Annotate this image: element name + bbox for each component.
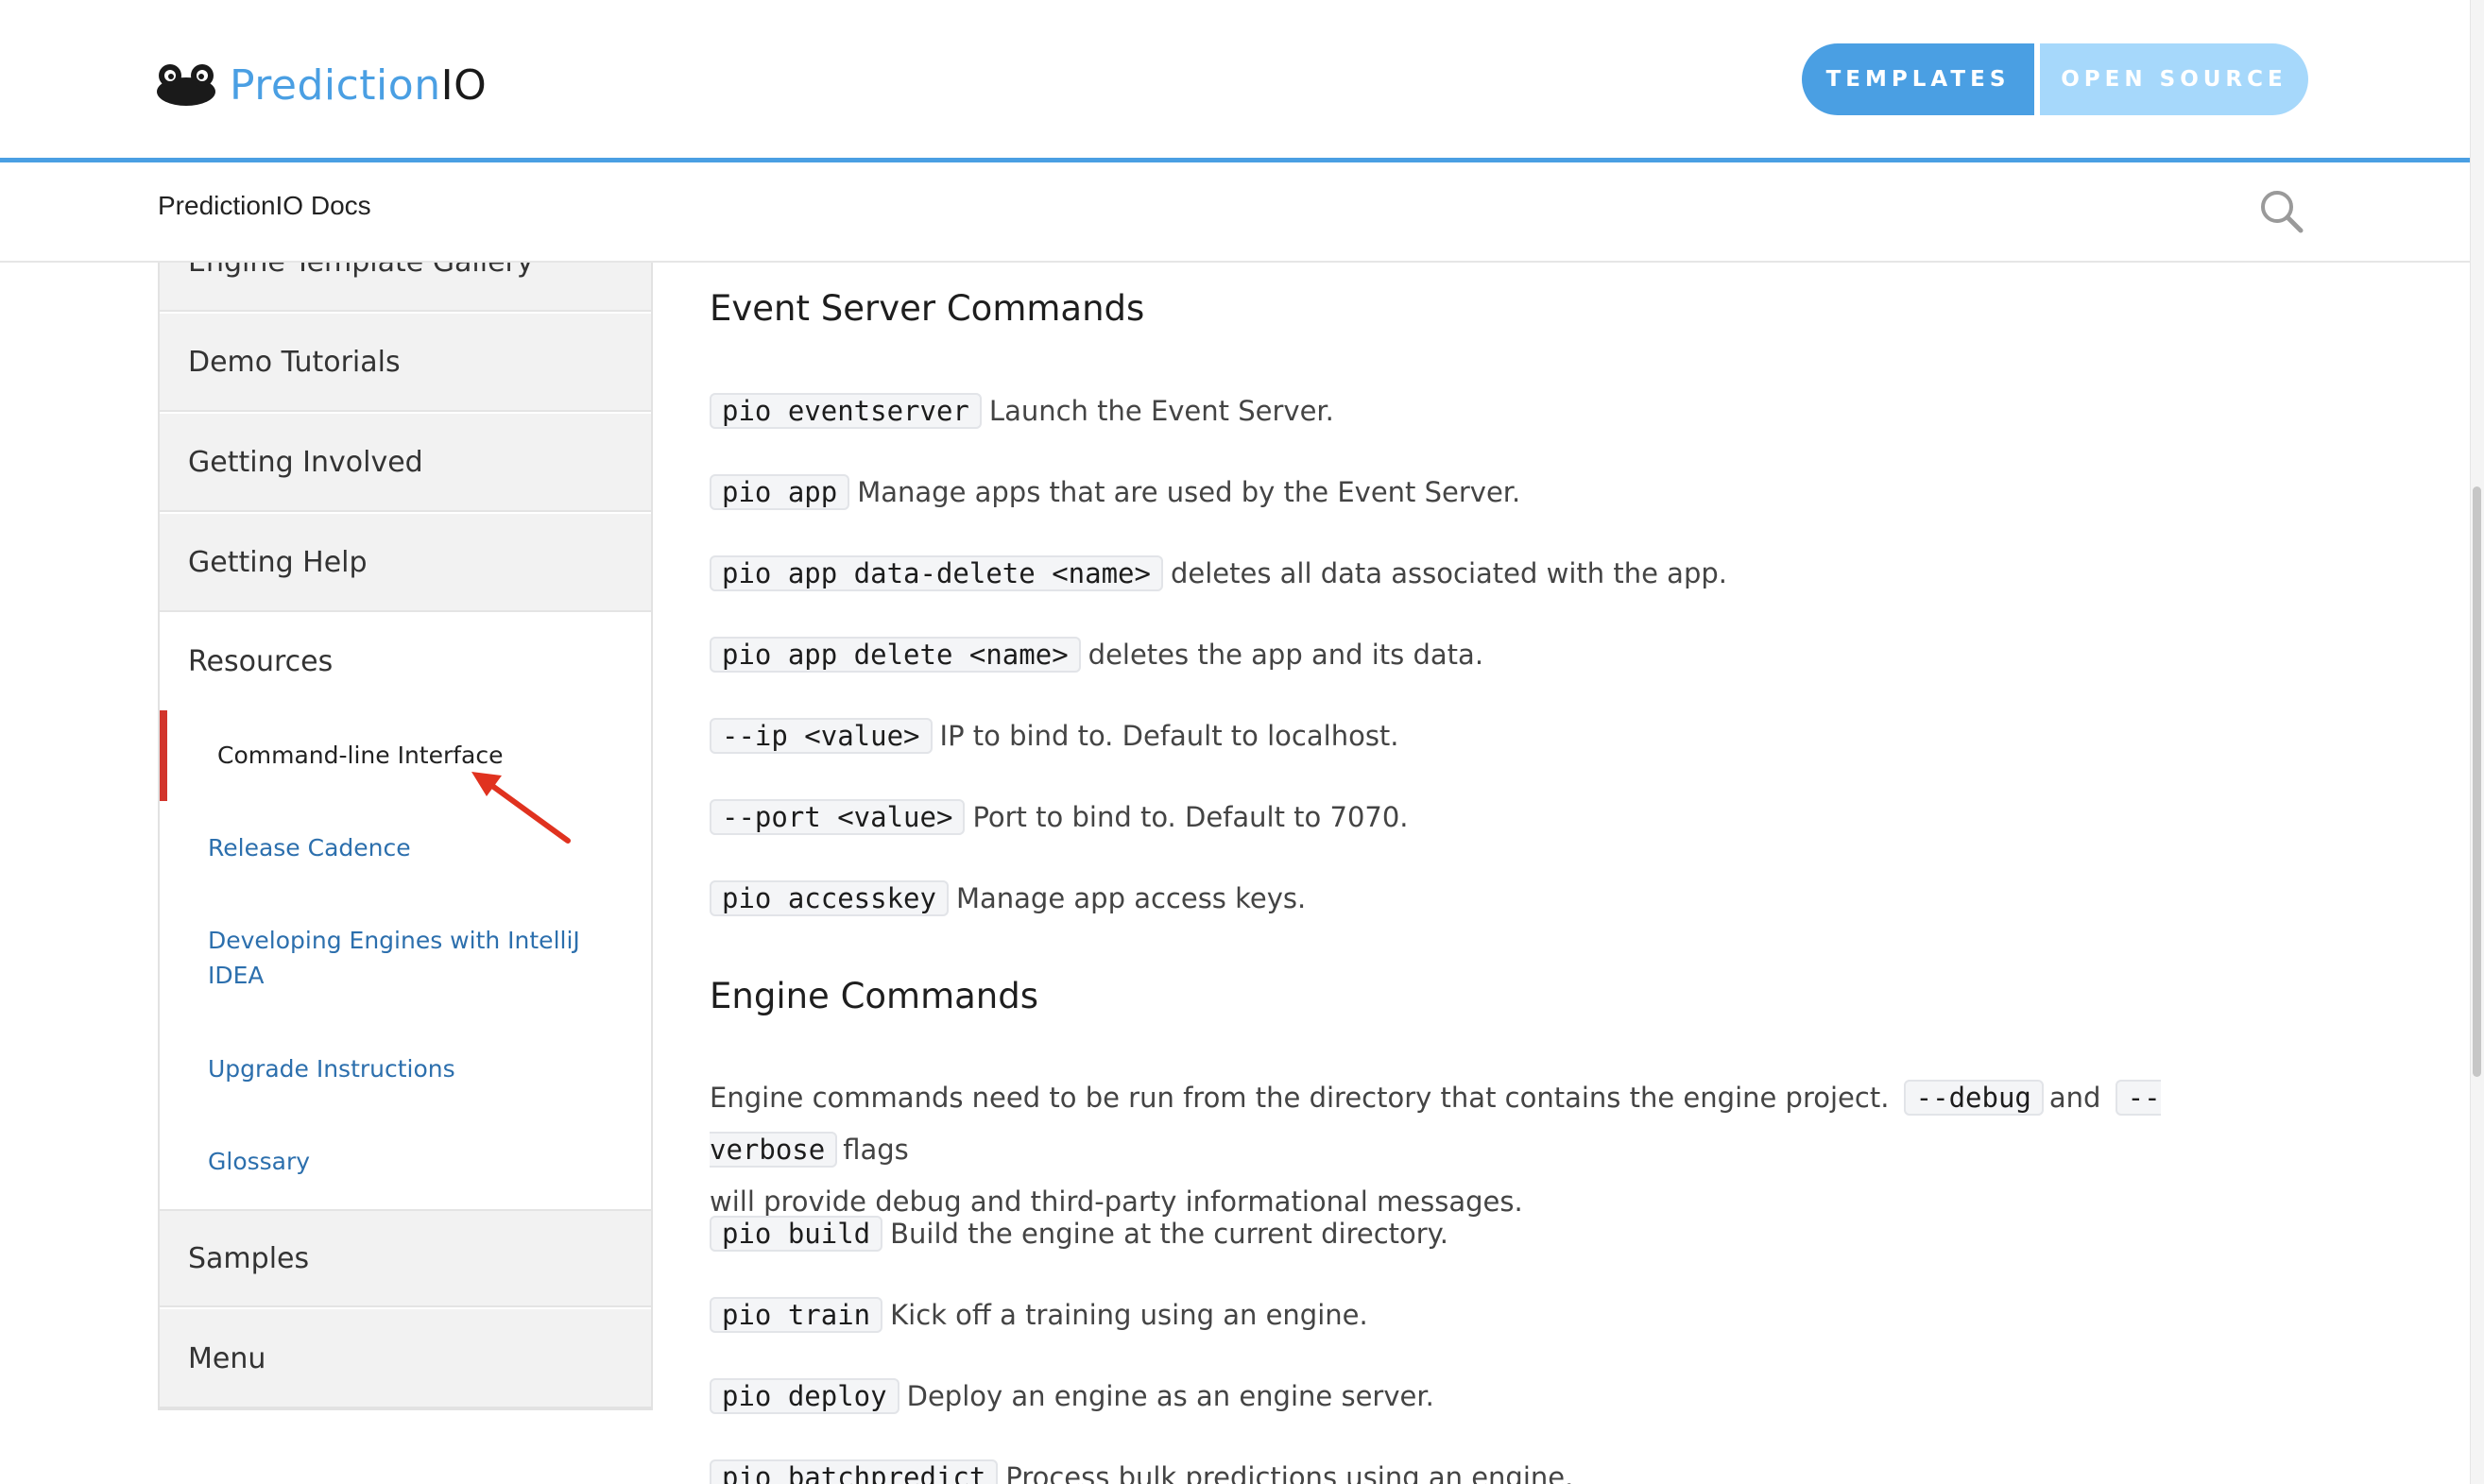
command-code: pio build xyxy=(710,1216,883,1252)
command-row: pio deploy Deploy an engine as an engine … xyxy=(710,1375,1434,1417)
sidebar-subitem-label: Command-line Interface xyxy=(217,742,504,769)
command-row: pio app Manage apps that are used by the … xyxy=(710,471,1520,513)
event-server-heading: Event Server Commands xyxy=(710,288,1145,329)
sidebar-subitem-link[interactable]: Release Cadence xyxy=(208,834,411,861)
command-row: pio build Build the engine at the current… xyxy=(710,1213,1448,1254)
top-header: PredictionIO TEMPLATES OPEN SOURCE xyxy=(0,0,2470,162)
sidebar-nav: Engine Template Gallery Demo Tutorials G… xyxy=(158,263,653,1410)
command-row: pio accesskey Manage app access keys. xyxy=(710,878,1306,919)
sidebar-subitem-command-line-interface[interactable]: Command-line Interface xyxy=(217,738,614,773)
command-code: pio app xyxy=(710,474,850,510)
sidebar-item-samples[interactable]: Samples xyxy=(160,1209,651,1307)
docs-title-link[interactable]: PredictionIO Docs xyxy=(158,191,371,221)
active-indicator xyxy=(160,710,167,801)
command-code: pio accesskey xyxy=(710,880,949,916)
command-code: pio batchpredict xyxy=(710,1459,999,1484)
sidebar-item-getting-involved[interactable]: Getting Involved xyxy=(160,414,651,512)
command-desc: Manage app access keys. xyxy=(955,882,1307,914)
scrollbar-thumb[interactable] xyxy=(2473,486,2481,1077)
command-row: --ip <value> IP to bind to. Default to lo… xyxy=(710,715,1399,757)
command-desc: Launch the Event Server. xyxy=(988,395,1334,427)
sidebar-subitem-intellij[interactable]: Developing Engines with IntelliJ IDEA xyxy=(208,923,605,993)
command-row: pio app delete <name> deletes the app and… xyxy=(710,634,1483,675)
engine-intro-text: and xyxy=(2048,1082,2101,1114)
inline-code-debug: --debug xyxy=(1903,1080,2044,1116)
command-row: pio eventserver Launch the Event Server. xyxy=(710,390,1334,432)
command-code: pio deploy xyxy=(710,1378,899,1414)
command-desc: IP to bind to. Default to localhost. xyxy=(939,720,1399,752)
command-code: pio eventserver xyxy=(710,393,982,429)
sidebar-item-label: Getting Help xyxy=(188,545,368,579)
command-desc: deletes the app and its data. xyxy=(1088,639,1484,671)
command-code: pio app data-delete <name> xyxy=(710,555,1163,591)
sidebar-subitem-link[interactable]: Glossary xyxy=(208,1148,310,1175)
main-content: Event Server Commands pio eventserver Lau… xyxy=(710,263,2316,1484)
sidebar-item-label: Demo Tutorials xyxy=(188,345,401,379)
command-desc: Manage apps that are used by the Event S… xyxy=(857,476,1521,508)
command-desc: Deploy an engine as an engine server. xyxy=(906,1380,1434,1412)
sidebar-item-label: Getting Involved xyxy=(188,445,423,479)
sidebar-item-label: Samples xyxy=(188,1241,310,1275)
sub-header: PredictionIO Docs xyxy=(0,162,2470,263)
command-desc: Port to bind to. Default to 7070. xyxy=(972,801,1409,833)
engine-intro-text: Engine commands need to be run from the … xyxy=(710,1082,1890,1114)
sidebar-item-label: Menu xyxy=(188,1341,266,1375)
logo-text: PredictionIO xyxy=(230,61,487,110)
sidebar-subitem-upgrade-instructions[interactable]: Upgrade Instructions xyxy=(208,1051,605,1086)
sidebar-item-label: Resources xyxy=(188,644,334,678)
sidebar-subitem-link[interactable]: Developing Engines with IntelliJ IDEA xyxy=(208,927,580,989)
logo-text-io: IO xyxy=(440,60,488,110)
command-code: pio train xyxy=(710,1297,883,1333)
open-source-button[interactable]: OPEN SOURCE xyxy=(2040,43,2308,115)
logo-text-prediction: Prediction xyxy=(230,60,441,110)
logo[interactable]: PredictionIO xyxy=(156,57,487,113)
engine-intro-paragraph: Engine commands need to be run from the … xyxy=(710,1072,2316,1228)
command-desc: deletes all data associated with the app… xyxy=(1170,557,1727,589)
command-row: pio train Kick off a training using an en… xyxy=(710,1294,1368,1336)
templates-button[interactable]: TEMPLATES xyxy=(1802,43,2034,115)
sidebar-item-menu[interactable]: Menu xyxy=(160,1309,651,1407)
sidebar-item-resources[interactable]: Resources xyxy=(160,612,651,710)
command-code: --port <value> xyxy=(710,799,966,835)
engine-commands-heading: Engine Commands xyxy=(710,976,1039,1016)
command-row: pio app data-delete <name> deletes all da… xyxy=(710,553,1727,594)
command-row: --port <value> Port to bind to. Default t… xyxy=(710,796,1409,838)
search-icon[interactable] xyxy=(2258,188,2305,235)
command-code: pio app delete <name> xyxy=(710,637,1081,673)
sidebar-subitem-glossary[interactable]: Glossary xyxy=(208,1144,605,1179)
command-row: pio batchpredict Process bulk predictions… xyxy=(710,1457,1573,1484)
command-code: --ip <value> xyxy=(710,718,933,754)
engine-intro-text: flags xyxy=(843,1134,909,1166)
sidebar-item-demo-tutorials[interactable]: Demo Tutorials xyxy=(160,314,651,412)
red-arrow-icon xyxy=(471,772,571,844)
sidebar-item-getting-help[interactable]: Getting Help xyxy=(160,514,651,612)
sidebar-item-label: Engine Template Gallery xyxy=(188,263,534,279)
command-desc: Build the engine at the current director… xyxy=(890,1218,1448,1250)
sidebar-item-engine-template-gallery[interactable]: Engine Template Gallery xyxy=(160,263,651,312)
frog-logo-icon xyxy=(157,64,215,106)
header-buttons: TEMPLATES OPEN SOURCE xyxy=(1802,43,2308,115)
sidebar-subitem-link[interactable]: Upgrade Instructions xyxy=(208,1055,455,1083)
command-desc: Kick off a training using an engine. xyxy=(890,1299,1368,1331)
command-desc: Process bulk predictions using an engine… xyxy=(1005,1461,1574,1484)
